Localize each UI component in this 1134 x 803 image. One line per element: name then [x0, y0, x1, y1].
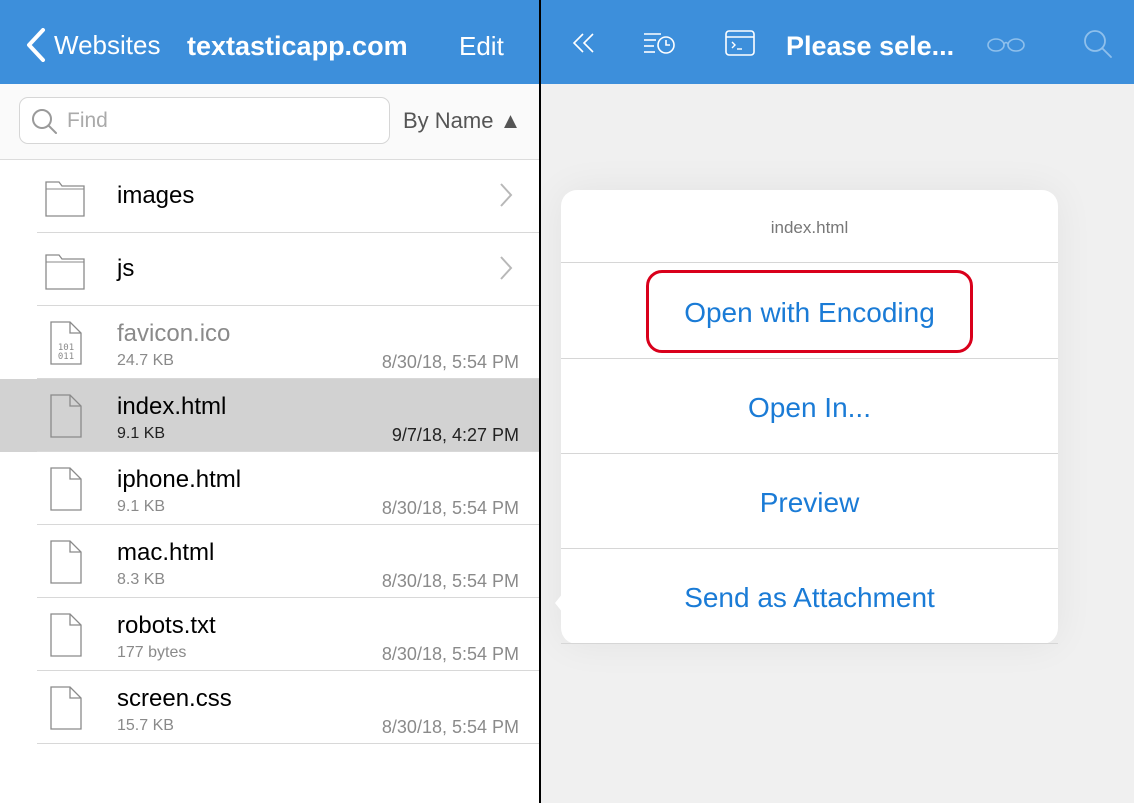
file-date: 9/7/18, 4:27 PM — [391, 425, 519, 445]
editor-navbar: Please sele... — [541, 0, 1134, 84]
preview-button[interactable]: Preview — [561, 454, 1058, 549]
file-name: screen.css — [117, 685, 232, 712]
preview-label: Preview — [759, 487, 860, 518]
file-name: js — [117, 255, 135, 282]
editor-pane: Please sele... index.html Open with Enco… — [541, 0, 1134, 803]
file-name: index.html — [117, 393, 227, 420]
folder-row[interactable]: js — [0, 233, 539, 306]
chevron-right-icon — [500, 256, 513, 280]
back-button-label: Websites — [54, 29, 161, 60]
file-row[interactable]: screen.css 15.7 KB 8/30/18, 5:54 PM — [0, 671, 539, 744]
file-actions-popover: index.html Open with Encoding Open In...… — [555, 190, 1058, 644]
file-row[interactable]: 101 011 favicon.ico 24.7 KB 8/30/18, 5:54 PM — [0, 306, 539, 379]
binary-file-icon: 101 011 — [45, 320, 85, 366]
search-field[interactable] — [19, 97, 390, 144]
popover-title: index.html — [770, 218, 849, 237]
file-size: 8.3 KB — [117, 571, 166, 588]
editor-title: Please sele... — [786, 31, 955, 61]
popover-header: index.html — [561, 190, 1058, 263]
open-in-label: Open In... — [748, 392, 871, 423]
file-name: robots.txt — [117, 612, 216, 639]
recent-files-icon[interactable] — [643, 30, 677, 56]
search-icon — [32, 109, 57, 134]
file-name: favicon.ico — [117, 320, 231, 347]
file-date: 8/30/18, 5:54 PM — [381, 717, 519, 737]
file-row[interactable]: mac.html 8.3 KB 8/30/18, 5:54 PM — [0, 525, 539, 598]
highlight-outline — [646, 270, 973, 353]
file-browser-navbar: Websites textasticapp.com Edit — [0, 0, 539, 84]
chevron-right-icon — [500, 183, 513, 207]
file-size: 177 bytes — [117, 644, 187, 661]
send-as-attachment-label: Send as Attachment — [684, 582, 935, 613]
file-date: 8/30/18, 5:54 PM — [381, 644, 519, 664]
collapse-sidebar-icon[interactable] — [572, 32, 596, 54]
folder-title: textasticapp.com — [187, 31, 408, 61]
terminal-icon[interactable] — [725, 30, 755, 56]
edit-button[interactable]: Edit — [459, 31, 504, 62]
folder-icon — [45, 247, 85, 293]
svg-text:011: 011 — [58, 352, 74, 362]
file-size: 9.1 KB — [117, 498, 166, 515]
search-bar-row: By Name ▲ — [0, 84, 539, 160]
sort-button[interactable]: By Name ▲ — [403, 108, 521, 134]
folder-row[interactable]: images — [0, 160, 539, 233]
chevron-left-icon — [27, 28, 45, 62]
send-as-attachment-button[interactable]: Send as Attachment — [561, 549, 1058, 644]
file-size: 9.1 KB — [117, 425, 166, 442]
folder-icon — [45, 174, 85, 220]
row-divider — [37, 743, 539, 744]
file-name: mac.html — [117, 539, 215, 566]
file-size: 15.7 KB — [117, 717, 174, 734]
file-icon — [45, 393, 85, 439]
file-icon — [45, 612, 85, 658]
open-in-button[interactable]: Open In... — [561, 359, 1058, 454]
file-name: images — [117, 182, 195, 209]
file-date: 8/30/18, 5:54 PM — [381, 571, 519, 591]
file-icon — [45, 685, 85, 731]
file-date: 8/30/18, 5:54 PM — [381, 498, 519, 518]
reading-glasses-icon[interactable] — [987, 38, 1025, 52]
file-date: 8/30/18, 5:54 PM — [381, 352, 519, 372]
search-input[interactable] — [67, 104, 377, 138]
file-size: 24.7 KB — [117, 352, 174, 369]
back-button[interactable]: Websites — [26, 27, 160, 63]
file-icon — [45, 539, 85, 585]
file-icon — [45, 466, 85, 512]
file-row[interactable]: robots.txt 177 bytes 8/30/18, 5:54 PM — [0, 598, 539, 671]
file-name: iphone.html — [117, 466, 242, 493]
file-row[interactable]: index.html 9.1 KB 9/7/18, 4:27 PM — [0, 379, 539, 452]
search-icon[interactable] — [1083, 29, 1113, 59]
file-browser-pane: Websites textasticapp.com Edit By Name ▲… — [0, 0, 539, 803]
file-row[interactable]: iphone.html 9.1 KB 8/30/18, 5:54 PM — [0, 452, 539, 525]
